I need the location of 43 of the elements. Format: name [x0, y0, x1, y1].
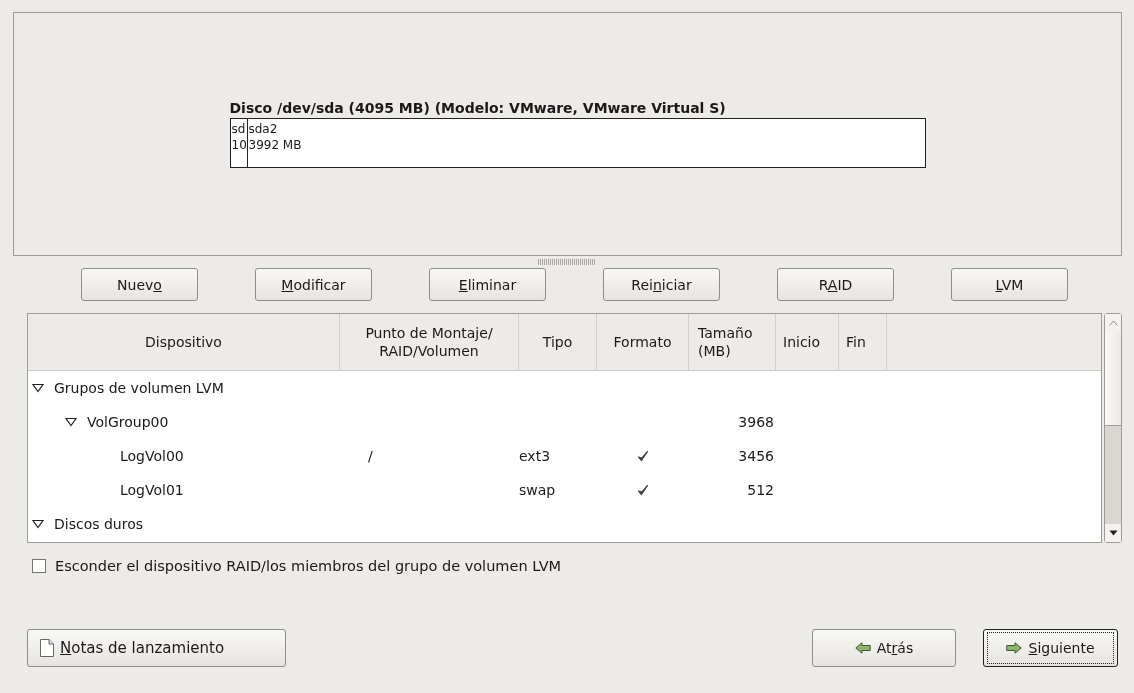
- partition-segment[interactable]: sd 10: [230, 119, 248, 167]
- device-name[interactable]: LogVol00: [120, 448, 184, 464]
- action-button[interactable]: Reiniciar: [603, 268, 720, 301]
- resize-handle[interactable]: [538, 259, 596, 265]
- scroll-down-icon[interactable]: [1108, 530, 1118, 536]
- mount-point: /: [368, 448, 373, 464]
- release-notes-button[interactable]: Notas de lanzamiento: [27, 629, 286, 667]
- device-name[interactable]: VolGroup00: [87, 414, 169, 430]
- scroll-thumb[interactable]: [1105, 332, 1121, 426]
- size-value: 3456: [738, 448, 774, 464]
- action-button[interactable]: RAID: [777, 268, 894, 301]
- scroll-up-icon[interactable]: [1108, 320, 1118, 326]
- disk-title: Disco /dev/sda (4095 MB) (Modelo: VMware, VMware Virtual S): [229, 100, 727, 116]
- document-icon: [40, 639, 54, 657]
- column-header[interactable]: Dispositivo: [28, 314, 340, 370]
- checkbox-label[interactable]: Esconder el dispositivo RAID/los miembros del grupo de volumen LVM: [55, 558, 562, 574]
- back-button[interactable]: Atrás: [812, 629, 956, 667]
- column-header[interactable]: Formato: [597, 314, 689, 370]
- action-button[interactable]: Modificar: [255, 268, 372, 301]
- column-header[interactable]: Punto de Montaje/ RAID/Volumen: [340, 314, 519, 370]
- checkbox[interactable]: [32, 559, 46, 573]
- expanded-triangle-icon[interactable]: [32, 519, 44, 529]
- partition-segment[interactable]: sda2 3992 MB: [247, 119, 925, 167]
- next-button[interactable]: Siguiente: [983, 629, 1118, 667]
- filesystem-type: swap: [519, 482, 556, 498]
- filesystem-type: ext3: [519, 448, 551, 464]
- column-header[interactable]: Fin: [839, 314, 887, 370]
- left-arrow-icon: [854, 642, 871, 654]
- expanded-triangle-icon[interactable]: [32, 383, 44, 393]
- size-value: 3968: [738, 414, 774, 430]
- size-value: 512: [747, 482, 774, 498]
- device-name[interactable]: Discos duros: [54, 516, 144, 532]
- action-button[interactable]: LVM: [951, 268, 1068, 301]
- column-header[interactable]: Tamaño (MB): [689, 314, 776, 370]
- scrollbar[interactable]: [1104, 313, 1122, 543]
- expanded-triangle-icon[interactable]: [65, 417, 77, 427]
- device-name[interactable]: Grupos de volumen LVM: [54, 380, 224, 396]
- column-header[interactable]: Inicio: [776, 314, 839, 370]
- right-arrow-icon: [1006, 642, 1023, 654]
- device-name[interactable]: LogVol01: [120, 482, 184, 498]
- action-button[interactable]: Eliminar: [429, 268, 546, 301]
- action-button[interactable]: Nuevo: [81, 268, 198, 301]
- column-header[interactable]: Tipo: [519, 314, 597, 370]
